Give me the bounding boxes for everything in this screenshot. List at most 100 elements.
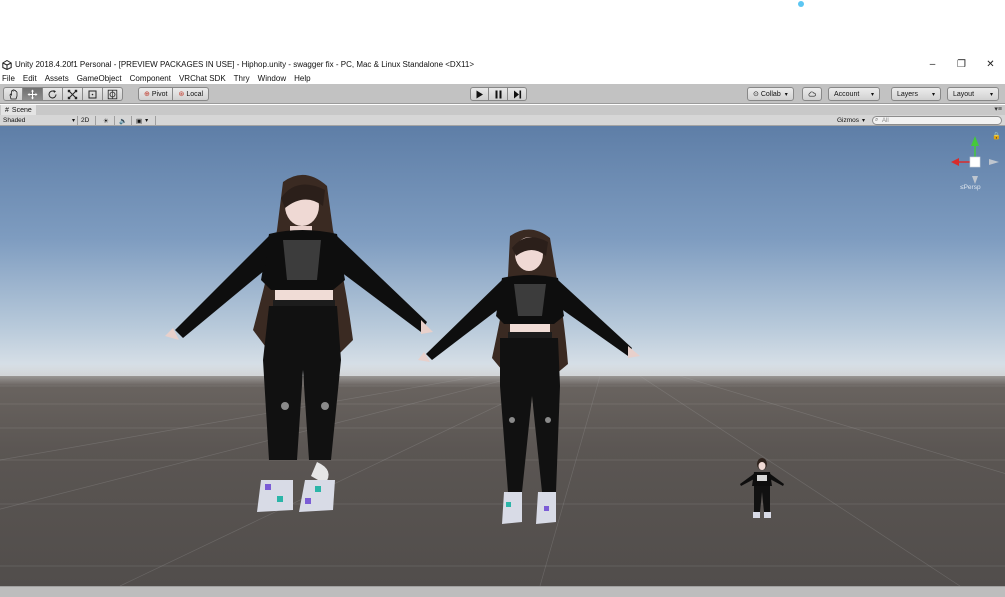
transform-tools [3,87,123,101]
layout-group: Layout ▾ [947,87,999,101]
local-label: Local [186,90,204,98]
menu-gameobject[interactable]: GameObject [77,74,122,83]
collab-icon: ⊙ [753,91,759,98]
image-icon: ▣ [136,117,143,125]
menu-component[interactable]: Component [130,74,171,83]
collab-group: ⊙ Collab ▾ [747,87,794,101]
search-placeholder: All [882,117,889,124]
status-bar [0,586,1005,597]
effects-dropdown[interactable]: ▣ ▾ [136,115,148,126]
pivot-icon: ⊕ [144,91,150,98]
projection-label-text: Persp [963,184,981,191]
gizmos-dropdown[interactable]: Gizmos ▾ [837,115,865,126]
layers-label: Layers [897,90,919,98]
collab-label: Collab [760,90,781,98]
gizmo-lock-icon[interactable]: 🔒 [992,132,1001,140]
scene-tab-row: # Scene ▾≡ [0,105,1005,115]
tab-options-icon[interactable]: ▾≡ [994,105,1002,113]
transform-icon [107,89,118,99]
lighting-toggle[interactable]: ☀ [103,115,109,126]
local-icon: ⊛ [178,91,185,98]
sun-icon: ☀ [103,117,109,125]
gizmos-label: Gizmos [837,117,860,124]
scale-tool-button[interactable] [63,87,83,101]
hand-icon [9,88,17,99]
layers-group: Layers ▾ [891,87,941,101]
play-icon [476,90,483,98]
search-icon: ⌕ [875,117,879,123]
scene-tab-label: Scene [11,106,32,114]
move-tool-button[interactable] [23,87,43,101]
account-caret-icon: ▾ [870,91,874,98]
audio-toggle[interactable]: 🔈 [119,115,127,126]
menu-window[interactable]: Window [258,74,286,83]
speaker-icon: 🔈 [119,117,128,125]
rect-tool-button[interactable] [83,87,103,101]
layers-caret-icon: ▾ [931,91,935,98]
step-button[interactable] [508,87,527,101]
shading-caret-icon: ▾ [71,118,75,124]
separator [95,116,96,125]
transform-tool-button[interactable] [103,87,123,101]
account-group: Account ▾ [828,87,880,101]
menu-vrchat-sdk[interactable]: VRChat SDK [179,74,226,83]
layout-dropdown[interactable]: Layout ▾ [947,87,999,101]
avatar-medium[interactable] [418,226,642,530]
pause-icon [495,90,501,98]
menu-thry[interactable]: Thry [234,74,250,83]
main-toolbar: ⊕ Pivot ⊛ Local ⊙ Collab ▾ Account ▾ Lay… [0,84,1005,104]
close-button[interactable]: ✕ [976,57,1005,72]
cloud-button[interactable] [802,87,822,101]
rect-icon [88,90,97,98]
collab-button[interactable]: ⊙ Collab ▾ [747,87,794,101]
restore-button[interactable]: ❐ [947,57,976,72]
account-dropdown[interactable]: Account ▾ [828,87,880,101]
toggle-2d-label: 2D [81,117,90,124]
layout-caret-icon: ▾ [989,91,993,98]
menu-assets[interactable]: Assets [45,74,69,83]
window-title-bar: Unity 2018.4.20f1 Personal - [PREVIEW PA… [0,57,1005,72]
scene-search-input[interactable]: ⌕ All [872,116,1002,125]
menu-file[interactable]: File [2,74,15,83]
hash-grid-icon: # [5,106,9,114]
menu-bar: File Edit Assets GameObject Component VR… [0,72,1005,84]
local-toggle-button[interactable]: ⊛ Local [173,87,210,101]
rotate-icon [48,89,57,98]
layout-label: Layout [953,90,975,98]
scene-viewport[interactable]: 🔒 ≤Persp [0,126,1005,586]
orientation-gizmo[interactable] [945,132,1001,202]
scale-icon [67,89,78,99]
account-label: Account [834,90,860,98]
effects-caret-icon: ▾ [145,118,149,124]
minimize-button[interactable]: – [918,57,947,72]
tab-scene[interactable]: # Scene [1,105,36,115]
play-controls [470,87,527,101]
separator [77,116,78,125]
step-icon [513,90,521,98]
shading-mode-label: Shaded [3,117,26,124]
cloud-icon [808,91,816,97]
gizmos-caret-icon: ▾ [862,118,866,124]
play-button[interactable] [470,87,489,101]
avatar-small[interactable] [738,456,786,524]
toggle-2d-button[interactable]: 2D [81,115,89,126]
pause-button[interactable] [489,87,508,101]
menu-help[interactable]: Help [294,74,310,83]
separator [131,116,132,125]
projection-label[interactable]: ≤Persp [960,184,981,191]
pivot-local-group: ⊕ Pivot ⊛ Local [138,87,210,101]
separator [114,116,115,125]
desktop-indicator-dot [798,1,804,7]
unity-logo-icon [2,59,12,70]
layers-dropdown[interactable]: Layers ▾ [891,87,941,101]
move-arrows-icon [27,89,38,99]
pivot-label: Pivot [151,90,168,98]
separator [155,116,156,125]
shading-mode-dropdown[interactable]: Shaded ▾ [3,115,75,126]
pivot-toggle-button[interactable]: ⊕ Pivot [138,87,174,101]
hand-tool-button[interactable] [3,87,23,101]
menu-edit[interactable]: Edit [23,74,37,83]
window-title: Unity 2018.4.20f1 Personal - [PREVIEW PA… [15,60,475,69]
avatar-large[interactable] [165,170,435,532]
rotate-tool-button[interactable] [43,87,63,101]
